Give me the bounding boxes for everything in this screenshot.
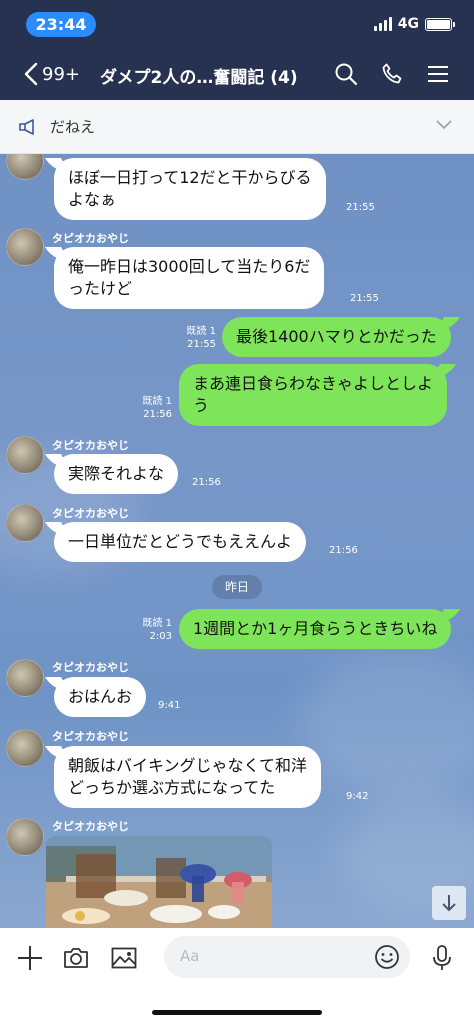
sender-name: タピオカおやじ [52,820,129,833]
message-time: 21:56 [192,477,221,488]
network-type: 4G [397,16,419,32]
sender-name: タピオカおやじ [52,730,129,743]
message-bubble-incoming[interactable]: 朝飯はバイキングじゃなくて和洋 どっちか選ぶ方式になってた [54,746,322,808]
read-receipt: 既読 1 [186,326,216,337]
message-time: 9:41 [158,700,181,711]
message-line: ほぼ一日打って12だと干からびる [68,168,312,187]
message-meta: 既読 1 21:56 [122,395,172,421]
input-bar: Aa [0,928,474,1024]
message-bubble-outgoing[interactable]: 1週間とか1ヶ月食らうときちいね [179,609,452,649]
announcement-bar[interactable]: だねえ [0,100,474,154]
message-line: おはんお [68,687,133,706]
message-time: 21:56 [329,545,358,556]
message-line: ったけど [68,279,133,298]
avatar[interactable] [6,504,44,542]
header-actions [334,62,450,86]
phone-icon[interactable] [380,62,404,86]
chat-title: ダメプ2人の…奮闘記 (4) [100,68,298,88]
message-time: 21:55 [346,202,375,213]
search-icon[interactable] [334,62,358,86]
camera-icon[interactable] [62,944,90,972]
message-bubble-incoming[interactable]: 一日単位だとどうでもええんよ [54,522,307,562]
message-line: 最後1400ハマりとかだった [236,327,437,346]
message-bubble-incoming[interactable]: 俺一昨日は3000回して当たり6だ ったけど [54,247,325,309]
arrow-down-icon [442,895,456,912]
plus-icon[interactable] [16,944,44,972]
status-bar: 23:44 4G [0,0,474,46]
mic-icon[interactable] [428,944,456,972]
message-time: 21:56 [143,409,172,420]
message-line: 実際それよな [68,464,165,483]
message-meta: 既読 1 21:55 [166,325,216,351]
signal-icon [373,17,392,31]
message-line: う [193,396,210,415]
message-time: 21:55 [350,293,379,304]
sender-name: タピオカおやじ [52,661,129,674]
back-button[interactable]: 99+ [24,62,80,86]
message-line: 俺一昨日は3000回して当たり6だ [68,257,311,276]
emoji-icon[interactable] [374,944,400,970]
image-icon[interactable] [110,944,138,972]
message-line: 朝飯はバイキングじゃなくて和洋 [68,756,308,775]
date-separator: 昨日 [212,575,262,599]
message-time: 2:03 [149,631,172,642]
sender-name: タピオカおやじ [52,439,129,452]
status-time: 23:44 [26,12,96,37]
avatar[interactable] [6,729,44,767]
message-line: 1週間とか1ヶ月食らうときちいね [193,619,438,638]
battery-icon [425,17,455,31]
chat-header: 23:44 4G 99+ ダメプ2人の…奮闘記 (4) [0,0,474,100]
message-bubble-outgoing[interactable]: まあ連日食らわなきゃよしとしよ う [179,364,448,426]
sender-name: タピオカおやじ [52,507,129,520]
chevron-down-icon[interactable] [436,120,452,130]
photo-message[interactable] [46,836,272,928]
home-indicator [152,1010,322,1015]
message-input-placeholder: Aa [180,947,200,965]
message-line: 一日単位だとどうでもええんよ [68,532,293,551]
message-list[interactable]: ほぼ一日打って12だと干からびる よなぁ 21:55 タピオカおやじ 俺一昨日は… [0,154,474,928]
message-bubble-incoming[interactable]: おはんお [54,677,147,717]
message-time: 21:55 [187,339,216,350]
message-line: まあ連日食らわなきゃよしとしよ [193,374,434,393]
background-cloud [300,654,474,794]
megaphone-icon [19,119,34,135]
message-bubble-incoming[interactable]: ほぼ一日打って12だと干からびる よなぁ [54,158,326,220]
read-receipt: 既読 1 [142,396,172,407]
message-bubble-outgoing[interactable]: 最後1400ハマりとかだった [222,317,451,357]
status-indicators: 4G [373,14,455,34]
sender-name: タピオカおやじ [52,232,129,245]
nav-bar: 99+ ダメプ2人の…奮闘記 (4) [0,50,474,100]
chevron-left-icon [24,62,38,86]
avatar[interactable] [6,659,44,697]
avatar[interactable] [6,436,44,474]
message-input[interactable]: Aa [164,936,410,978]
message-meta: 既読 1 2:03 [122,617,172,643]
read-receipt: 既読 1 [142,618,172,629]
message-line: どっちか選ぶ方式になってた [68,778,276,797]
avatar[interactable] [6,818,44,856]
announcement-text: だねえ [50,118,96,136]
avatar[interactable] [6,154,44,180]
message-line: よなぁ [68,190,117,209]
avatar[interactable] [6,228,44,266]
unread-count: 99+ [42,63,80,85]
menu-icon[interactable] [426,62,450,86]
message-bubble-incoming[interactable]: 実際それよな [54,454,179,494]
scroll-to-bottom-button[interactable] [432,886,466,920]
message-time: 9:42 [346,791,369,802]
breakfast-photo [46,836,272,928]
